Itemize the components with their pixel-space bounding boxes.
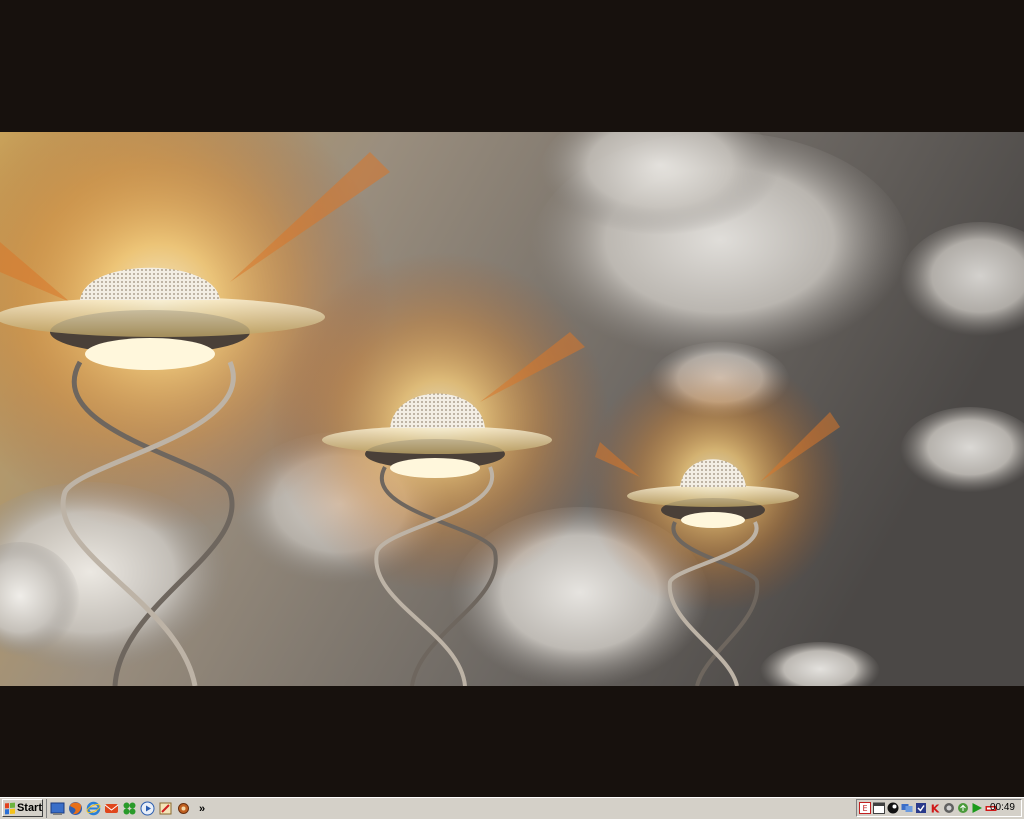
show-desktop-icon[interactable] — [50, 801, 65, 816]
kaspersky-icon[interactable]: K — [929, 802, 941, 815]
windows-logo-icon — [5, 802, 15, 814]
quick-launch-more-button[interactable]: » — [199, 803, 205, 815]
taskbar: Start » E K 00:49 — [0, 797, 1024, 819]
security-icon[interactable] — [915, 802, 927, 814]
system-tray: E K 00:49 — [856, 799, 1022, 817]
paint-icon[interactable] — [158, 801, 173, 816]
quick-launch-bar: » — [46, 799, 205, 818]
antivirus-icon[interactable] — [943, 802, 955, 814]
settings-icon[interactable] — [176, 801, 191, 816]
desktop — [0, 0, 1024, 797]
outlook-express-icon[interactable] — [104, 801, 119, 816]
clock[interactable]: 00:49 — [990, 802, 1015, 813]
start-button[interactable]: Start — [2, 799, 43, 817]
calendar-icon[interactable] — [873, 802, 885, 814]
steam-icon[interactable] — [887, 802, 899, 814]
internet-explorer-icon[interactable] — [86, 801, 101, 816]
firefox-icon[interactable] — [68, 801, 83, 816]
media-player-icon[interactable] — [140, 801, 155, 816]
media-play-icon[interactable] — [971, 802, 983, 814]
svg-text:E: E — [862, 804, 867, 813]
network-icon[interactable] — [901, 802, 913, 814]
language-icon[interactable]: E — [859, 802, 871, 814]
update-icon[interactable] — [957, 802, 969, 814]
svg-text:K: K — [931, 803, 940, 815]
start-label: Start — [16, 802, 42, 814]
wallpaper-image — [0, 132, 1024, 686]
utorrent-icon[interactable] — [122, 801, 137, 816]
wallpaper-artwork — [0, 132, 1024, 686]
